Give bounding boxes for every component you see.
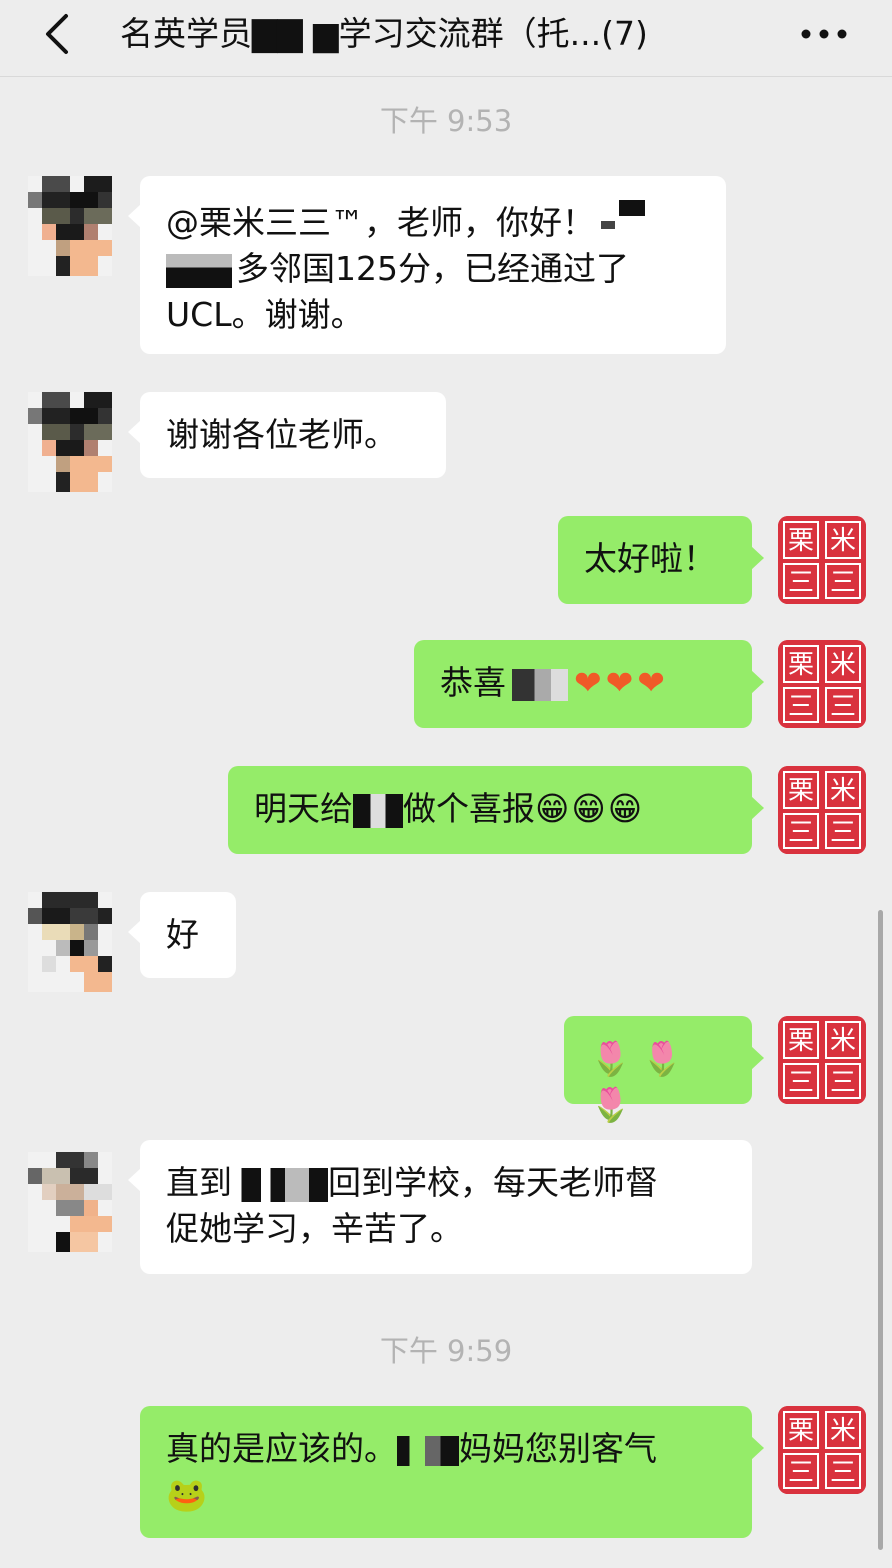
avatar-char: 栗 (788, 1416, 814, 1446)
message-text: 明天给 做个喜报😁😁😁 (254, 789, 645, 828)
avatar-char: 米 (830, 776, 856, 806)
avatar-char: 三 (830, 818, 856, 848)
my-avatar[interactable]: 栗 米 三 三 (778, 1406, 866, 1494)
chevron-left-icon[interactable] (40, 12, 76, 56)
avatar-char: 三 (830, 1068, 856, 1098)
message-text-line: 多邻国125分，已经通过了 (166, 246, 700, 292)
frog-emoji: 🐸 (166, 1475, 208, 1514)
message-bubble[interactable]: 🌷 🌷 🌷 (564, 1016, 764, 1124)
avatar-char: 栗 (788, 1026, 814, 1056)
rose-emoji: 🌷 🌷 🌷 (590, 1039, 694, 1124)
message-text: 谢谢各位老师。 (166, 415, 397, 454)
avatar-char: 米 (830, 1026, 856, 1056)
message-text-line: UCL。谢谢。 (166, 295, 364, 334)
chat-title: 名英学员▇▇ ▆学习交流群（托...(7) (120, 14, 648, 53)
my-avatar[interactable]: 栗 米 三 三 (778, 516, 866, 604)
message-text-line: @栗米三三™，老师，你好！ (166, 200, 700, 246)
avatar[interactable] (28, 892, 112, 992)
avatar-char: 三 (788, 692, 814, 722)
message-text: 好 (166, 915, 199, 954)
message-bubble[interactable]: 恭喜 ❤❤❤ (414, 640, 764, 728)
more-dots-icon[interactable] (798, 22, 850, 46)
message-text: 恭喜 ❤❤❤ (440, 663, 669, 702)
avatar-char: 三 (830, 568, 856, 598)
avatar-char: 三 (788, 568, 814, 598)
message-text-line: 促她学习，辛苦了。 (166, 1209, 463, 1248)
message-bubble[interactable]: 太好啦！ (558, 516, 764, 604)
grin-emoji: 😁😁😁 (535, 789, 645, 828)
avatar-char: 三 (788, 1458, 814, 1488)
avatar-char: 三 (788, 1068, 814, 1098)
message-text: 太好啦！ (584, 539, 716, 578)
avatar[interactable] (28, 1152, 112, 1252)
avatar[interactable] (28, 392, 112, 492)
message-bubble[interactable]: 谢谢各位老师。 (128, 392, 446, 478)
message-bubble[interactable]: 真的是应该的。 妈妈您别客气 🐸 (140, 1406, 764, 1538)
timestamp: 下午 9:53 (379, 104, 513, 138)
message-bubble[interactable]: 好 (128, 892, 236, 978)
avatar[interactable] (28, 176, 112, 276)
my-avatar[interactable]: 栗 米 三 三 (778, 766, 866, 854)
message-bubble[interactable]: 直到 回到学校，每天老师督 促她学习，辛苦了。 (128, 1140, 752, 1274)
chat-header: 名英学员▇▇ ▆学习交流群（托...(7) (0, 0, 892, 77)
avatar-char: 栗 (788, 650, 814, 680)
my-avatar[interactable]: 栗 米 三 三 (778, 1016, 866, 1104)
avatar-char: 栗 (788, 526, 814, 556)
avatar-char: 栗 (788, 776, 814, 806)
scrollbar[interactable] (878, 910, 883, 1550)
avatar-char: 米 (830, 526, 856, 556)
avatar-char: 三 (830, 1458, 856, 1488)
avatar-char: 米 (830, 1416, 856, 1446)
message-text-line: 直到 回到学校，每天老师督 (166, 1163, 658, 1202)
avatar-char: 三 (788, 818, 814, 848)
message-bubble[interactable]: 明天给 做个喜报😁😁😁 (228, 766, 764, 854)
emoji-line: 🐸 (166, 1472, 726, 1518)
my-avatar[interactable]: 栗 米 三 三 (778, 640, 866, 728)
timestamp: 下午 9:59 (379, 1334, 513, 1368)
message-text-line: 真的是应该的。 妈妈您别客气 (166, 1429, 657, 1468)
avatar-char: 三 (830, 692, 856, 722)
heart-emoji: ❤❤❤ (574, 663, 669, 702)
message-bubble[interactable]: @栗米三三™，老师，你好！ 多邻国125分，已经通过了 UCL。谢谢。 (128, 176, 726, 354)
avatar-char: 米 (830, 650, 856, 680)
